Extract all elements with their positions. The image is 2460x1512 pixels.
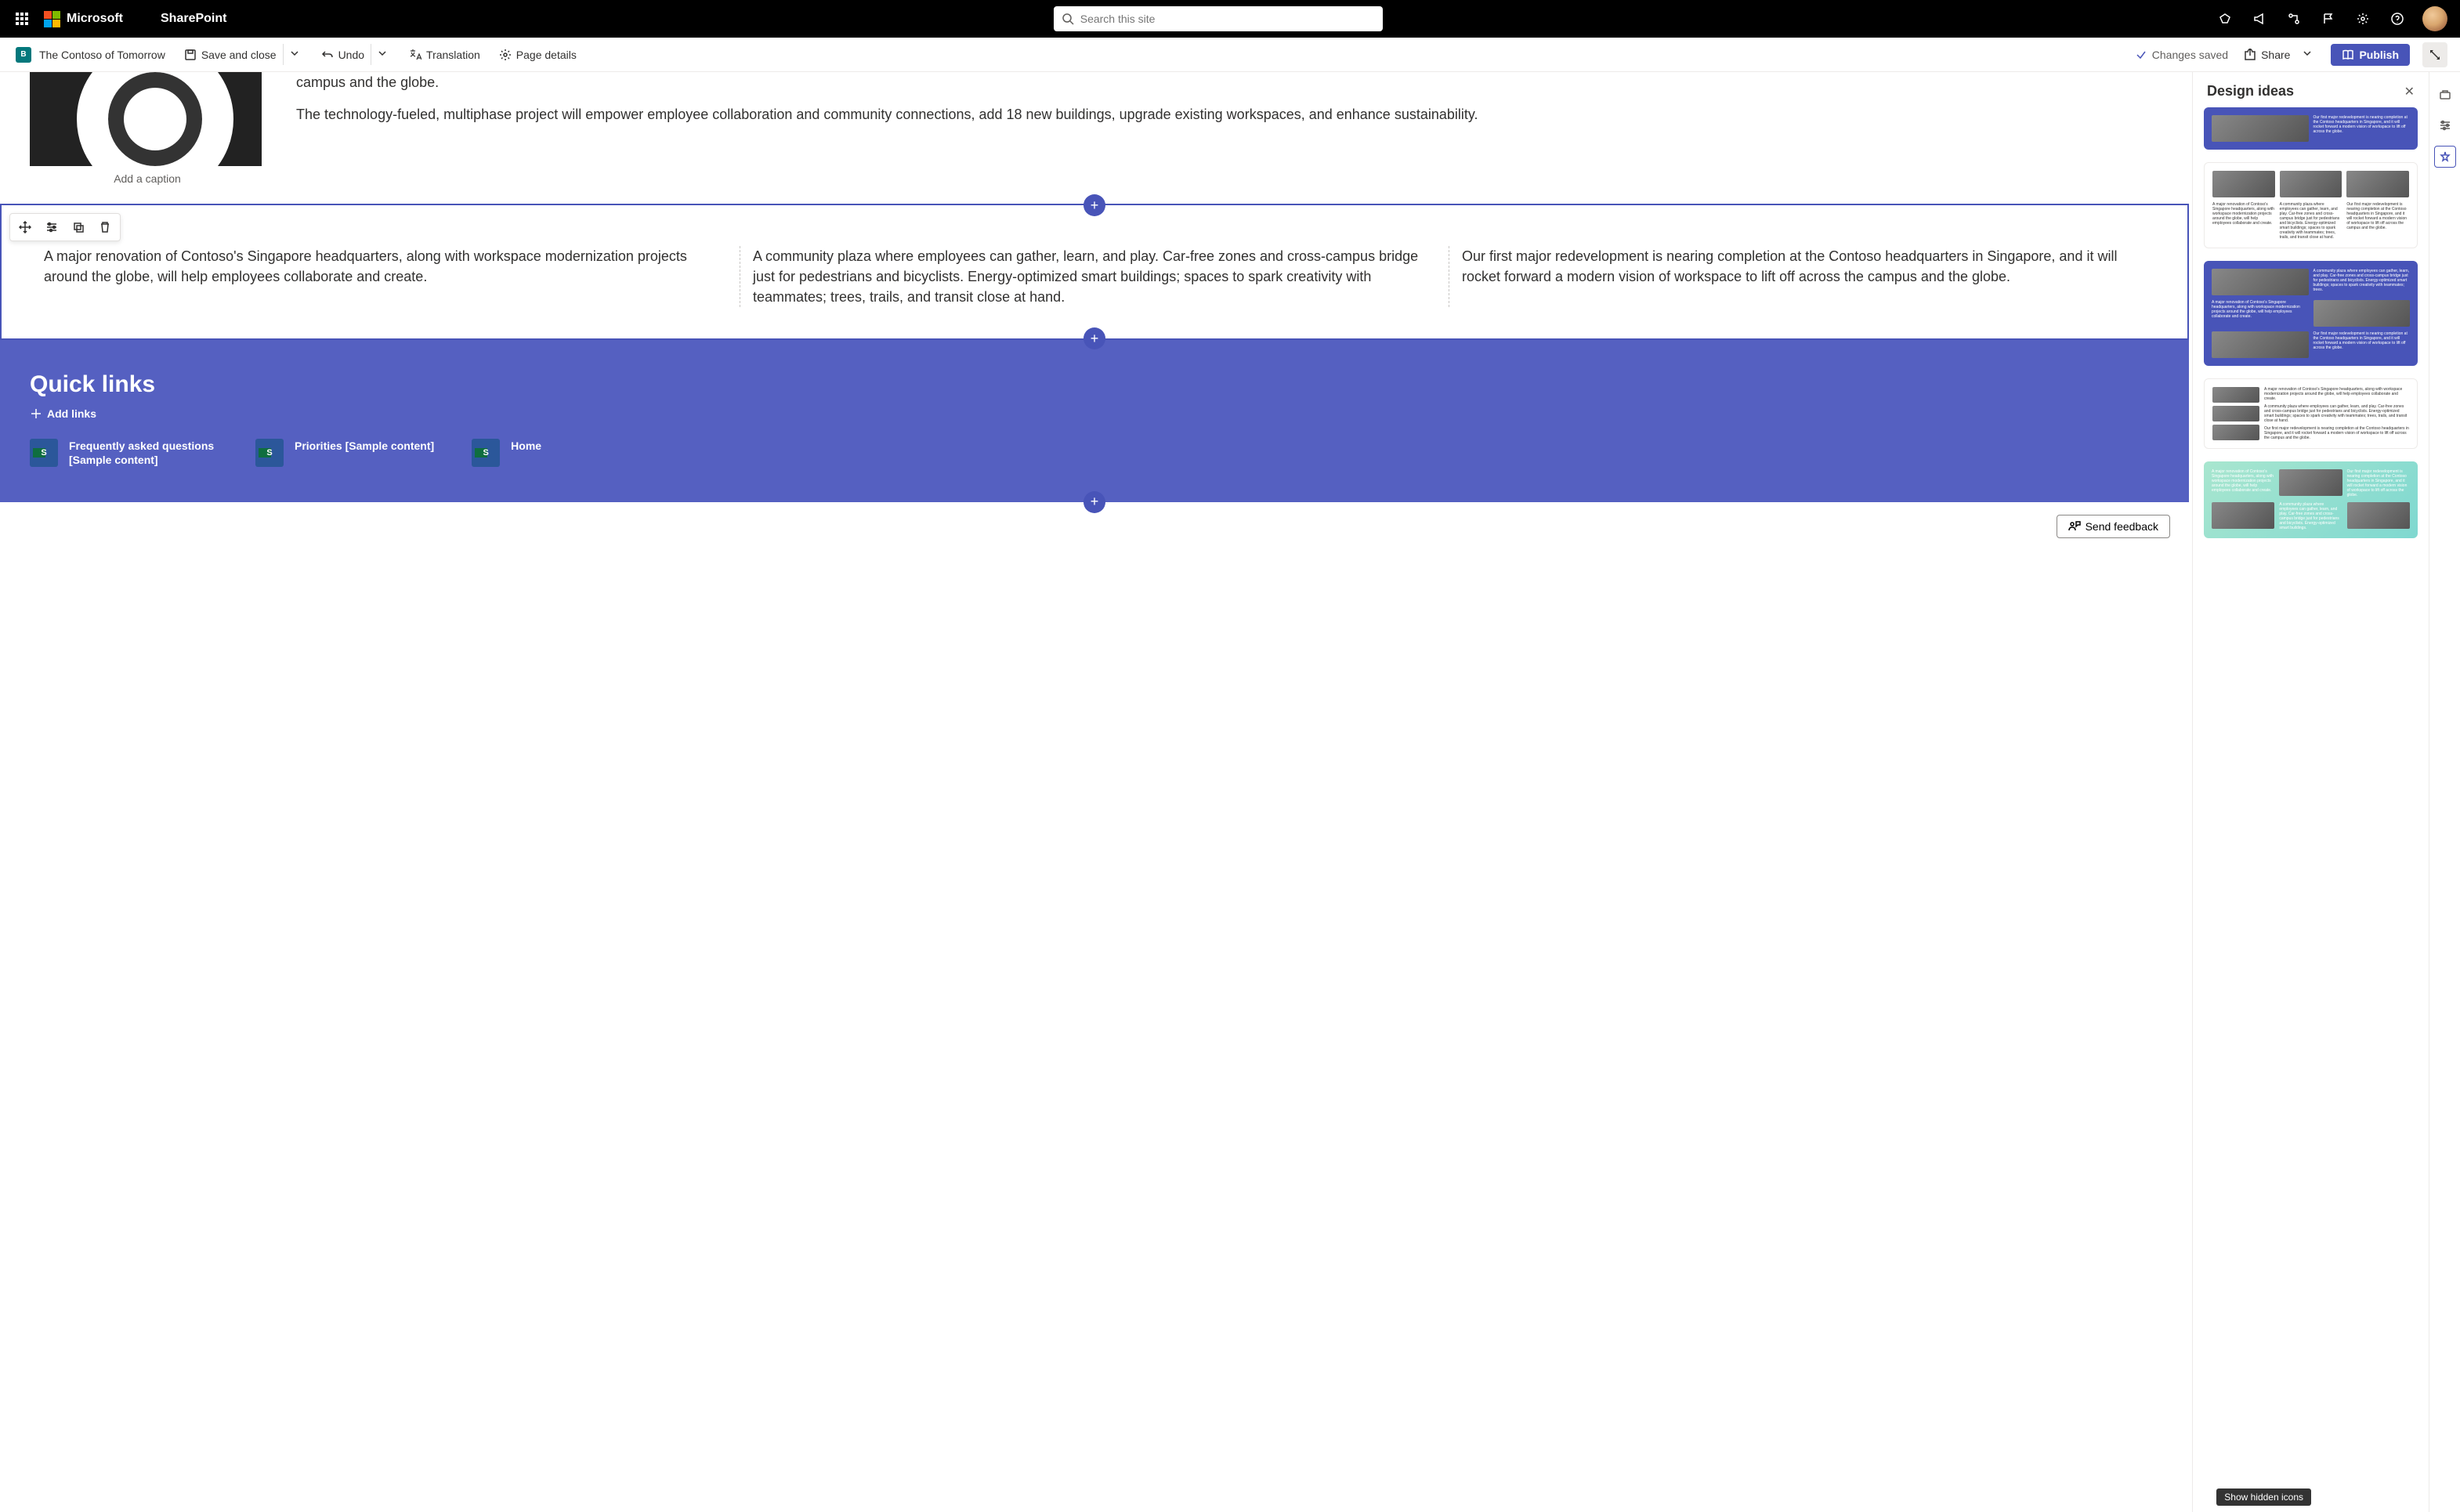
right-rail [2429,72,2460,1512]
sharepoint-tile-icon: S [255,439,284,467]
site-logo-icon: B [16,47,31,63]
trash-icon [99,221,111,233]
save-icon [184,49,197,61]
sharepoint-tile-icon: S [30,439,58,467]
ms-logo-icon [44,11,60,27]
undo-icon [321,49,334,61]
design-idea-card[interactable]: Our first major redevelopment is nearing… [2204,107,2418,150]
properties-icon[interactable] [2434,114,2456,136]
connector-icon[interactable] [2278,0,2310,38]
user-avatar[interactable] [2422,6,2447,31]
column-1-text[interactable]: A major renovation of Contoso's Singapor… [31,246,740,307]
hero-image[interactable] [30,72,262,166]
quick-links-section[interactable]: Quick links Add links S Frequently asked… [0,340,2189,501]
delete-section-button[interactable] [92,215,118,239]
undo-dropdown[interactable] [371,44,393,65]
quick-links-title: Quick links [30,371,2159,398]
plus-icon [30,407,42,420]
megaphone-icon[interactable] [2244,0,2275,38]
hero-paragraph-1: campus and the globe. [296,72,2159,93]
send-feedback-button[interactable]: Send feedback [2057,515,2170,538]
collapse-pane-button[interactable] [2422,42,2447,67]
sliders-icon [45,221,58,233]
move-section-button[interactable] [12,215,38,239]
save-dropdown[interactable] [283,44,306,65]
add-links-button[interactable]: Add links [30,407,2159,420]
show-hidden-icons-tooltip: Show hidden icons [2216,1488,2311,1506]
design-ideas-rail-button[interactable] [2434,146,2456,168]
design-ideas-pane: Design ideas ✕ Our first major redevelop… [2192,72,2429,1512]
save-and-close-button[interactable]: Save and close [181,45,280,64]
share-dropdown[interactable] [2296,44,2318,65]
design-idea-card[interactable]: A major renovation of Contoso's Singapor… [2204,461,2418,538]
pane-title: Design ideas [2207,83,2294,99]
hero-text[interactable]: campus and the globe. The technology-fue… [296,72,2159,185]
help-icon[interactable] [2382,0,2413,38]
quick-link-item[interactable]: S Home [472,439,541,467]
premium-icon[interactable] [2209,0,2241,38]
column-2-text[interactable]: A community plaza where employees can ga… [740,246,1449,307]
section-toolbar [9,213,121,241]
hero-paragraph-2: The technology-fueled, multiphase projec… [296,104,2159,125]
share-icon [2244,49,2256,61]
design-idea-card[interactable]: A community plaza where employees can ga… [2204,261,2418,366]
share-button[interactable]: Share [2241,45,2293,64]
search-input[interactable] [1080,13,1375,25]
quick-link-item[interactable]: S Frequently asked questions [Sample con… [30,439,218,467]
translation-button[interactable]: Translation [406,45,483,64]
quick-link-label: Frequently asked questions [Sample conte… [69,439,218,467]
design-idea-card[interactable]: A major renovation of Contoso's Singapor… [2204,378,2418,449]
edit-section-button[interactable] [38,215,65,239]
chevron-down-icon [376,47,389,60]
design-ideas-list[interactable]: Our first major redevelopment is nearing… [2193,107,2429,1512]
page-canvas[interactable]: Add a caption campus and the globe. The … [0,72,2192,1512]
quick-link-item[interactable]: S Priorities [Sample content] [255,439,434,467]
toolbox-icon[interactable] [2434,83,2456,105]
publish-button[interactable]: Publish [2331,44,2410,66]
suite-header: Microsoft SharePoint [0,0,2460,38]
checkmark-icon [2135,49,2147,61]
command-bar: B The Contoso of Tomorrow Save and close… [0,38,2460,72]
sharepoint-tile-icon: S [472,439,500,467]
site-name: The Contoso of Tomorrow [39,49,165,61]
close-pane-button[interactable]: ✕ [2404,84,2415,99]
app-name: SharePoint [161,12,226,26]
search-icon [1062,13,1074,25]
person-feedback-icon [2068,520,2081,533]
quick-link-label: Home [511,439,541,453]
undo-button[interactable]: Undo [318,45,367,64]
hero-section: Add a caption campus and the globe. The … [0,72,2189,204]
microsoft-logo[interactable]: Microsoft [44,11,123,27]
quick-link-label: Priorities [Sample content] [295,439,434,453]
flag-icon[interactable] [2313,0,2344,38]
image-caption-placeholder[interactable]: Add a caption [30,172,265,185]
search-box[interactable] [1054,6,1383,31]
add-section-below-button[interactable]: + [1083,491,1105,513]
duplicate-section-button[interactable] [65,215,92,239]
selected-section[interactable]: + A major renovation of Contoso's Singap… [0,204,2189,340]
add-section-top-button[interactable]: + [1083,194,1105,216]
move-icon [19,221,31,233]
save-status: Changes saved [2135,49,2228,61]
page-details-button[interactable]: Page details [496,45,580,64]
settings-icon[interactable] [2347,0,2379,38]
translation-icon [409,49,421,61]
waffle-icon [16,13,28,25]
collapse-icon [2429,49,2441,61]
brand-text: Microsoft [67,12,123,26]
add-section-bottom-button[interactable]: + [1083,327,1105,349]
copy-icon [72,221,85,233]
app-launcher[interactable] [6,0,38,38]
chevron-down-icon [288,47,301,60]
gear-icon [499,49,512,61]
site-breadcrumb[interactable]: B The Contoso of Tomorrow [13,44,168,66]
design-idea-card[interactable]: A major renovation of Contoso's Singapor… [2204,162,2418,248]
column-3-text[interactable]: Our first major redevelopment is nearing… [1449,246,2158,307]
book-icon [2342,49,2354,61]
chevron-down-icon [2301,47,2313,60]
